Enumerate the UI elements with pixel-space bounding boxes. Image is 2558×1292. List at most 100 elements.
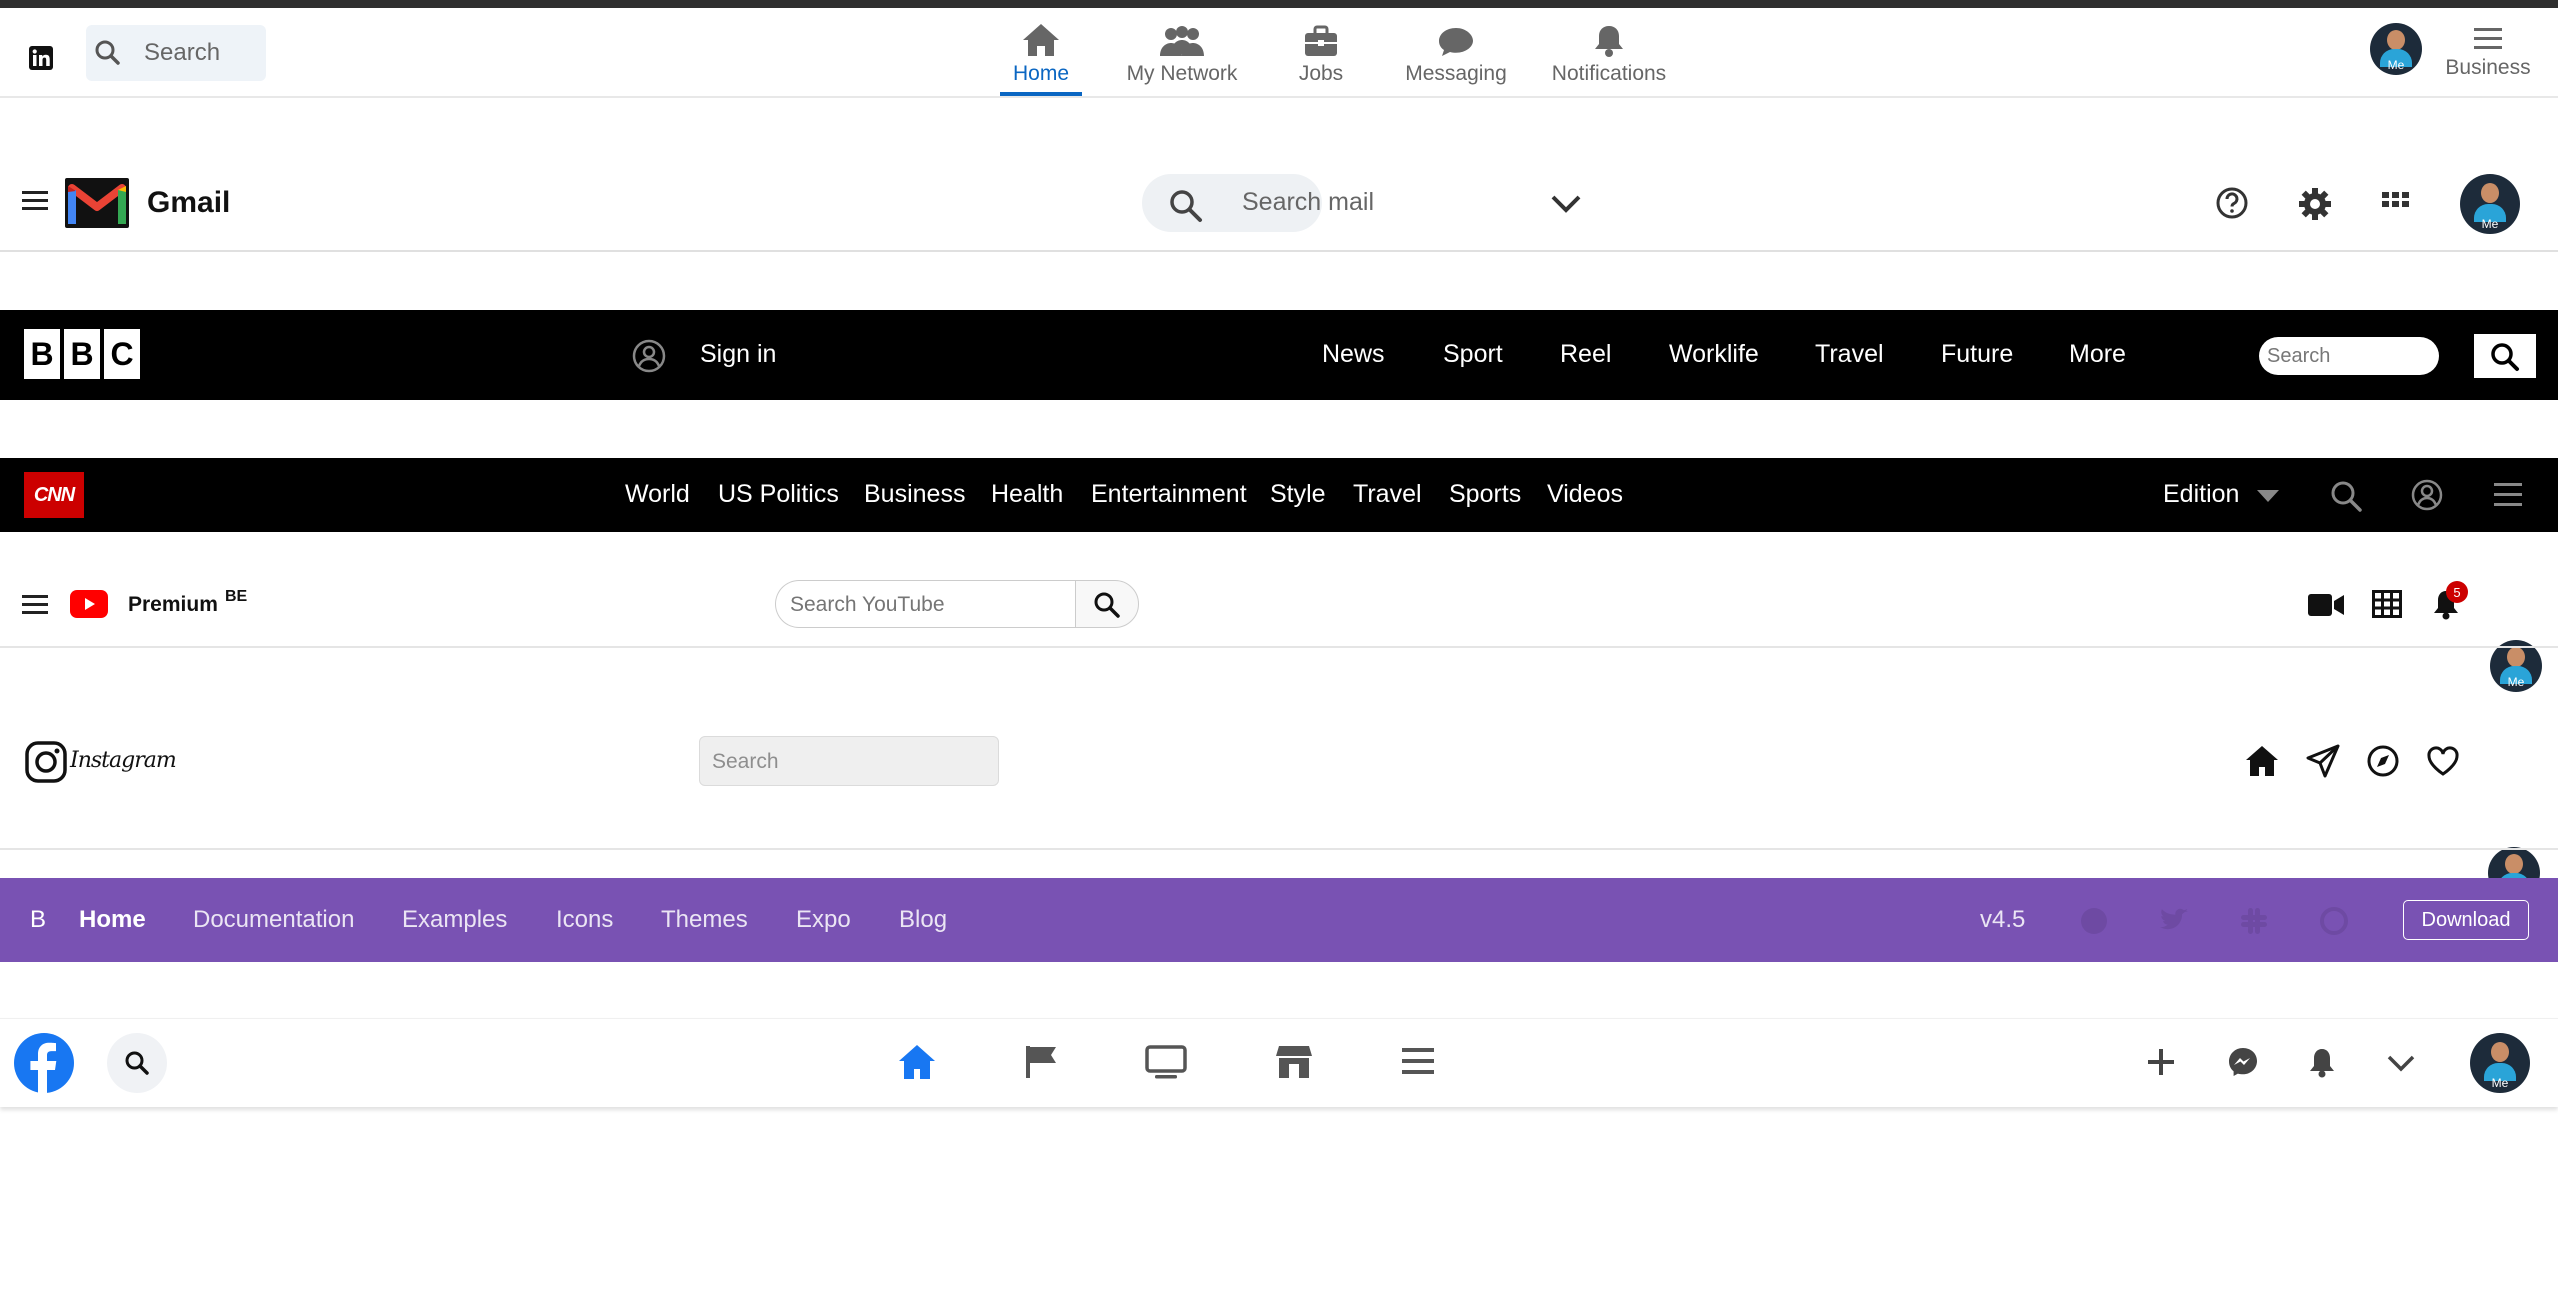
bootstrap-nav-blog[interactable]: Blog <box>899 906 947 934</box>
me-label: Me <box>2387 58 2405 72</box>
bootstrap-nav-themes[interactable]: Themes <box>661 906 748 934</box>
linkedin-avatar[interactable]: Me <box>2370 23 2422 75</box>
plus-icon[interactable] <box>2147 1048 2175 1076</box>
bbc-logo-block: C <box>104 329 140 379</box>
bootstrap-navbar: B Home Documentation Examples Icons Them… <box>0 878 2558 962</box>
linkedin-search-input[interactable]: Search <box>86 25 266 81</box>
marketplace-store-icon[interactable] <box>1275 1044 1313 1080</box>
linkedin-navbar: Search Home My Network Jobs Messaging No… <box>0 0 2558 98</box>
me-label: Me <box>2481 217 2499 231</box>
twitter-icon[interactable] <box>2159 908 2189 934</box>
user-icon[interactable] <box>632 339 666 373</box>
user-icon[interactable] <box>2411 479 2443 511</box>
bbc-nav-travel[interactable]: Travel <box>1815 340 1884 369</box>
cnn-nav-business[interactable]: Business <box>864 480 965 509</box>
search-options-chevron-icon[interactable] <box>1550 194 1582 214</box>
instagram-camera-icon[interactable] <box>24 740 68 784</box>
bootstrap-nav-expo[interactable]: Expo <box>796 906 851 934</box>
home-icon <box>1000 18 1082 58</box>
cnn-nav-style[interactable]: Style <box>1270 480 1326 509</box>
flag-icon[interactable] <box>1024 1044 1058 1080</box>
cnn-nav-videos[interactable]: Videos <box>1547 480 1623 509</box>
bell-icon <box>1548 18 1670 58</box>
search-placeholder: Search <box>712 750 779 773</box>
linkedin-nav-notifications[interactable]: Notifications <box>1548 18 1670 90</box>
bootstrap-nav-documentation[interactable]: Documentation <box>193 906 354 934</box>
bbc-logo[interactable]: B B C <box>24 329 140 379</box>
instagram-header-border <box>0 848 2558 850</box>
youtube-logo-icon[interactable] <box>70 590 108 618</box>
chevron-down-icon[interactable] <box>2386 1054 2416 1072</box>
search-icon[interactable] <box>2330 480 2362 512</box>
gmail-logo-icon[interactable] <box>65 178 129 228</box>
download-button[interactable]: Download <box>2403 900 2529 940</box>
compass-icon[interactable] <box>2367 745 2399 777</box>
cnn-nav-sports[interactable]: Sports <box>1449 480 1521 509</box>
bbc-nav-sport[interactable]: Sport <box>1443 340 1503 369</box>
cnn-nav-health[interactable]: Health <box>991 480 1063 509</box>
apps-grid-icon[interactable] <box>2372 590 2402 618</box>
gmail-main-menu-icon[interactable] <box>22 190 48 212</box>
gmail-avatar[interactable]: Me <box>2460 174 2520 234</box>
help-icon[interactable] <box>2216 187 2248 219</box>
facebook-logo-icon[interactable] <box>13 1032 75 1094</box>
nav-label: Notifications <box>1551 62 1667 85</box>
bbc-search-button[interactable] <box>2474 334 2536 378</box>
bootstrap-nav-examples[interactable]: Examples <box>402 906 507 934</box>
bell-icon[interactable] <box>2308 1046 2336 1078</box>
bbc-nav-worklife[interactable]: Worklife <box>1669 340 1759 369</box>
slack-icon[interactable] <box>2239 906 2269 936</box>
home-icon[interactable] <box>2244 744 2280 778</box>
cnn-navbar: CNN World US Politics Business Health En… <box>0 458 2558 532</box>
youtube-guide-menu-icon[interactable] <box>22 594 48 616</box>
linkedin-logo-icon[interactable] <box>28 45 54 71</box>
linkedin-nav-messaging[interactable]: Messaging <box>1400 18 1512 90</box>
search-icon <box>94 39 122 67</box>
cnn-logo[interactable]: CNN <box>24 472 84 518</box>
video-camera-icon[interactable] <box>2308 592 2344 618</box>
linkedin-nav-my-network[interactable]: My Network <box>1120 18 1244 90</box>
bootstrap-brand[interactable]: B <box>30 906 46 934</box>
youtube-search-button[interactable] <box>1075 580 1139 628</box>
cnn-nav-travel[interactable]: Travel <box>1353 480 1422 509</box>
heart-icon[interactable] <box>2427 746 2459 776</box>
bbc-search-input[interactable]: Search <box>2259 337 2439 375</box>
apps-grid-icon[interactable] <box>2382 192 2410 216</box>
bbc-logo-block: B <box>24 329 60 379</box>
facebook-avatar[interactable]: Me <box>2470 1033 2530 1093</box>
instagram-search-input[interactable]: Search <box>699 736 999 786</box>
hamburger-menu-icon[interactable] <box>1402 1046 1434 1076</box>
cnn-edition-label[interactable]: Edition <box>2163 480 2239 509</box>
linkedin-nav-home[interactable]: Home <box>1000 18 1082 96</box>
gmail-header-border <box>0 250 2558 252</box>
chat-bubble-icon <box>1400 18 1512 58</box>
cnn-nav-entertainment[interactable]: Entertainment <box>1091 480 1247 509</box>
bbc-sign-in-link[interactable]: Sign in <box>700 340 776 369</box>
tv-icon[interactable] <box>1145 1045 1187 1079</box>
bbc-nav-future[interactable]: Future <box>1941 340 2013 369</box>
gear-icon[interactable] <box>2298 187 2332 221</box>
cnn-nav-world[interactable]: World <box>625 480 690 509</box>
bootstrap-version-dropdown[interactable]: v4.5 <box>1980 906 2025 934</box>
business-label: Business <box>2445 56 2531 79</box>
linkedin-nav-jobs[interactable]: Jobs <box>1280 18 1362 90</box>
bootstrap-nav-home[interactable]: Home <box>79 906 146 934</box>
bbc-nav-more[interactable]: More <box>2069 340 2126 369</box>
messenger-icon[interactable] <box>2227 1046 2259 1078</box>
hamburger-menu-icon[interactable] <box>2494 482 2522 508</box>
caret-down-icon[interactable] <box>2257 490 2279 502</box>
bbc-nav-news[interactable]: News <box>1322 340 1385 369</box>
active-indicator <box>1000 92 1082 96</box>
youtube-search-input[interactable]: Search YouTube <box>775 580 1075 628</box>
bootstrap-nav-icons[interactable]: Icons <box>556 906 613 934</box>
cnn-nav-us-politics[interactable]: US Politics <box>718 480 839 509</box>
open-collective-icon[interactable] <box>2319 906 2349 936</box>
instagram-logo-text[interactable]: Instagram <box>70 748 177 773</box>
bbc-nav-reel[interactable]: Reel <box>1560 340 1611 369</box>
search-icon <box>1093 591 1121 619</box>
facebook-search-button[interactable] <box>107 1033 167 1093</box>
github-icon[interactable] <box>2079 906 2109 936</box>
linkedin-business-menu[interactable]: Business <box>2440 26 2536 80</box>
paper-plane-icon[interactable] <box>2306 744 2340 778</box>
home-icon[interactable] <box>897 1043 937 1081</box>
